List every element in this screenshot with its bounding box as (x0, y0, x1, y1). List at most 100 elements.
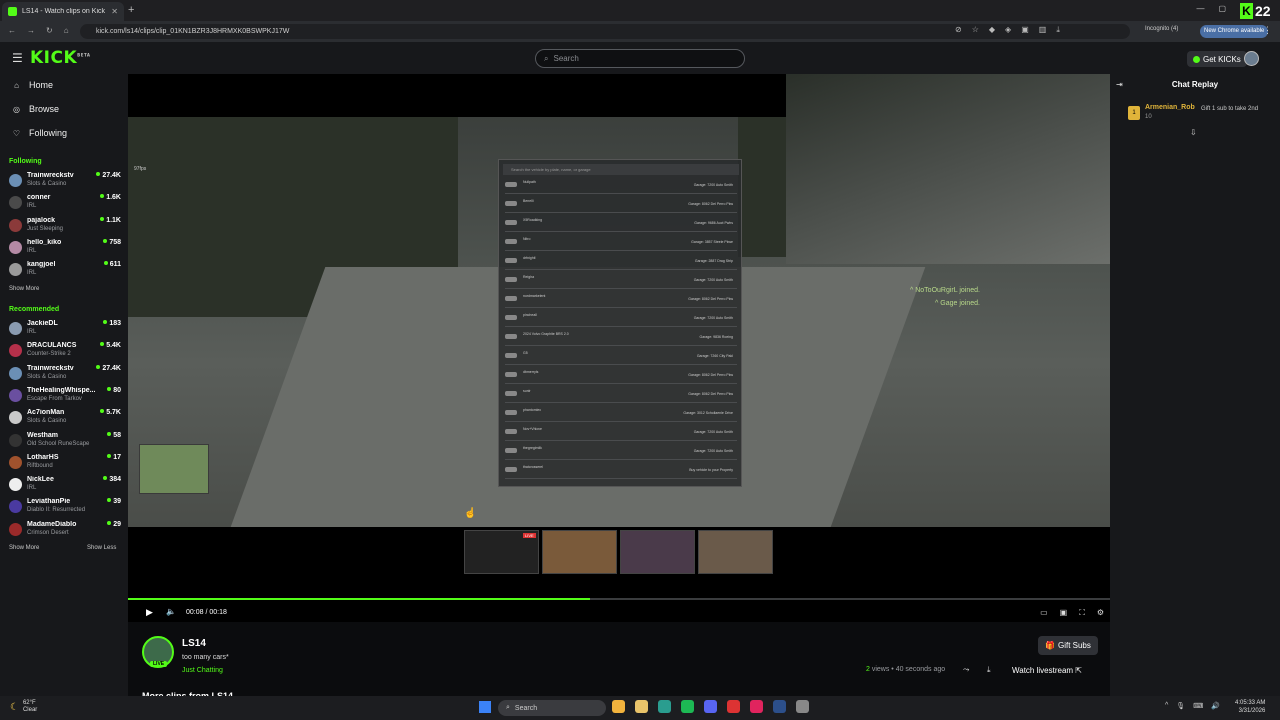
garage-location: Garage: 3857 Steele Pkwe (691, 240, 733, 244)
taskbar-app-icon[interactable] (727, 700, 740, 713)
taskbar-app-icon[interactable] (750, 700, 763, 713)
taskbar-app-icon[interactable] (773, 700, 786, 713)
weather-text: Clear (22, 707, 38, 713)
nav-following[interactable]: ♡ Following (12, 128, 67, 138)
recommended-channel[interactable]: Trainwreckstv Slots & Casino 27.4K (9, 365, 121, 385)
stream-category[interactable]: Just Chatting (182, 667, 223, 674)
pip-icon[interactable]: ▣ (1060, 608, 1068, 618)
taskbar-app-icon[interactable] (635, 700, 648, 713)
show-more-recommended[interactable]: Show More (9, 545, 39, 551)
user-avatar[interactable] (1244, 51, 1259, 66)
get-kicks-button[interactable]: Get KICKs (1187, 51, 1247, 67)
scroll-down-icon[interactable]: ⇩ (1190, 128, 1197, 137)
tab-close-icon[interactable]: ✕ (111, 7, 118, 16)
mic-icon[interactable]: 🎙 (1176, 702, 1185, 710)
thumbnail-screen[interactable]: LIVE (464, 530, 539, 574)
taskbar-app-icon[interactable] (658, 700, 671, 713)
thumbnail-person-2[interactable] (620, 530, 695, 574)
nav-home[interactable]: ⌂ Home (12, 80, 53, 90)
garage-vehicle: Nitro (523, 237, 531, 241)
extension-icon[interactable]: ◆ (989, 25, 995, 35)
recommended-channel[interactable]: MadameDiablo Crimson Desert 29 (9, 521, 121, 541)
incognito-label[interactable]: Incognito (4) (1145, 26, 1178, 32)
streamer-name[interactable]: LS14 (182, 638, 206, 649)
recommended-channel[interactable]: DRACULANCS Counter-Strike 2 5.4K (9, 342, 121, 362)
clock-date: 3/31/2026 (1238, 708, 1266, 714)
kick-favicon-icon (8, 7, 17, 16)
maximize-icon[interactable]: ▢ (1218, 4, 1226, 13)
taskbar-app-icon[interactable] (796, 700, 809, 713)
weather-temp: 62°F (22, 700, 36, 706)
following-channel[interactable]: pajalock Just Sleeping 1.1K (9, 217, 121, 237)
sidepanel-icon[interactable]: ▥ (1039, 25, 1047, 35)
network-icon[interactable]: ⌨ (1193, 702, 1203, 710)
puzzle-icon[interactable]: ▣ (1021, 25, 1029, 35)
thumbnail-person-1[interactable] (542, 530, 617, 574)
recommended-channel[interactable]: NickLee IRL 384 (9, 476, 121, 496)
windows-start-icon[interactable] (479, 701, 491, 713)
video-player[interactable]: 97fps Search the vehicle by plate, name,… (128, 74, 1110, 622)
speaker-icon[interactable]: 🔊 (1211, 702, 1220, 710)
show-less-recommended[interactable]: Show Less (87, 545, 116, 551)
channel-viewers: 183 (103, 320, 121, 327)
kick-badge: K 22 (1240, 0, 1280, 21)
download-clip-icon[interactable]: ⤓ (987, 665, 991, 675)
following-channel[interactable]: kangjoel IRL 611 (9, 261, 121, 281)
hamburger-menu-icon[interactable]: ☰ (12, 51, 23, 65)
settings-icon[interactable]: ⚙ (1097, 608, 1104, 618)
recommended-channel[interactable]: LotharHS Riftbound 17 (9, 454, 121, 474)
chevron-up-icon[interactable]: ^ (1165, 702, 1168, 710)
taskbar-search[interactable]: ⌕ Search (498, 700, 606, 716)
garage-row: sunlr Garage: 8062 Del Perro Pkw (505, 387, 737, 403)
more-menu-icon[interactable]: ⋮ (1263, 25, 1272, 36)
star-icon[interactable]: ☆ (972, 25, 979, 35)
thumbnail-person-3[interactable] (698, 530, 773, 574)
eye-off-icon[interactable]: ⊘ (955, 25, 962, 35)
recommended-channel[interactable]: LeviathanPie Diablo II: Resurrected 39 (9, 498, 121, 518)
sub-badge: 1 (1128, 106, 1140, 120)
download-icon[interactable]: ⤓ (1056, 25, 1060, 35)
volume-icon[interactable]: 🔈 (166, 607, 176, 616)
weather-widget[interactable]: ☾ 62°F Clear (10, 700, 37, 714)
translate-icon[interactable]: ◈ (1005, 25, 1011, 35)
home-browser-icon[interactable]: ⌂ (64, 26, 69, 35)
browser-tab[interactable]: LS14 - Watch clips on Kick ✕ (2, 2, 124, 21)
theater-icon[interactable]: ▭ (1040, 608, 1048, 618)
recommended-channel[interactable]: Westham Old School RuneScape 58 (9, 432, 121, 452)
time-display: 00:08 / 00:18 (186, 609, 227, 616)
fps-counter: 97fps (134, 166, 147, 172)
play-icon[interactable]: ▶ (146, 607, 153, 618)
forward-icon[interactable]: → (27, 26, 35, 35)
gift-subs-button[interactable]: 🎁 Gift Subs (1038, 636, 1098, 655)
clock[interactable]: 4:05:33 AM 3/31/2026 (1235, 699, 1265, 715)
progress-bar[interactable] (128, 598, 1110, 600)
following-channel[interactable]: conner IRL 1.6K (9, 194, 121, 214)
chat-username[interactable]: Armenian_Rob (1145, 104, 1195, 111)
show-more-following[interactable]: Show More (9, 286, 39, 292)
share-icon[interactable]: ⤳ (963, 665, 969, 675)
watch-livestream-link[interactable]: Watch livestream ⇱ (1012, 666, 1082, 675)
channel-viewers: 29 (107, 521, 121, 528)
recommended-channel[interactable]: TheHealingWhispe... Escape From Tarkov 80 (9, 387, 121, 407)
new-tab-icon[interactable]: + (128, 4, 134, 16)
nav-browse[interactable]: ◎ Browse (12, 104, 59, 114)
taskbar-app-icon[interactable] (681, 700, 694, 713)
minimize-icon[interactable]: — (1196, 4, 1204, 13)
channel-category: Just Sleeping (27, 225, 64, 232)
reload-icon[interactable]: ↻ (46, 26, 53, 35)
taskbar-app-icon[interactable] (612, 700, 625, 713)
nav-browse-label: Browse (29, 104, 60, 114)
kick-logo[interactable]: KICKBETA (30, 48, 90, 68)
taskbar-app-icon[interactable] (704, 700, 717, 713)
following-channel[interactable]: Trainwreckstv Slots & Casino 27.4K (9, 172, 121, 192)
car-icon (505, 467, 517, 472)
chat-gift-text: Gift 1 sub to take 2nd (1201, 106, 1259, 112)
garage-row: thegregimilk Garage: 7200 Auto Smith (505, 444, 737, 460)
fullscreen-icon[interactable]: ⛶ (1079, 608, 1085, 618)
search-input[interactable]: ⌕ Search (535, 49, 745, 68)
recommended-channel[interactable]: Ac7ionMan Slots & Casino 5.7K (9, 409, 121, 429)
recommended-channel[interactable]: JackieDL IRL 183 (9, 320, 121, 340)
update-chrome-button[interactable]: New Chrome available (1200, 25, 1269, 38)
following-channel[interactable]: hello_kiko IRL 758 (9, 239, 121, 259)
back-icon[interactable]: ← (8, 26, 16, 35)
